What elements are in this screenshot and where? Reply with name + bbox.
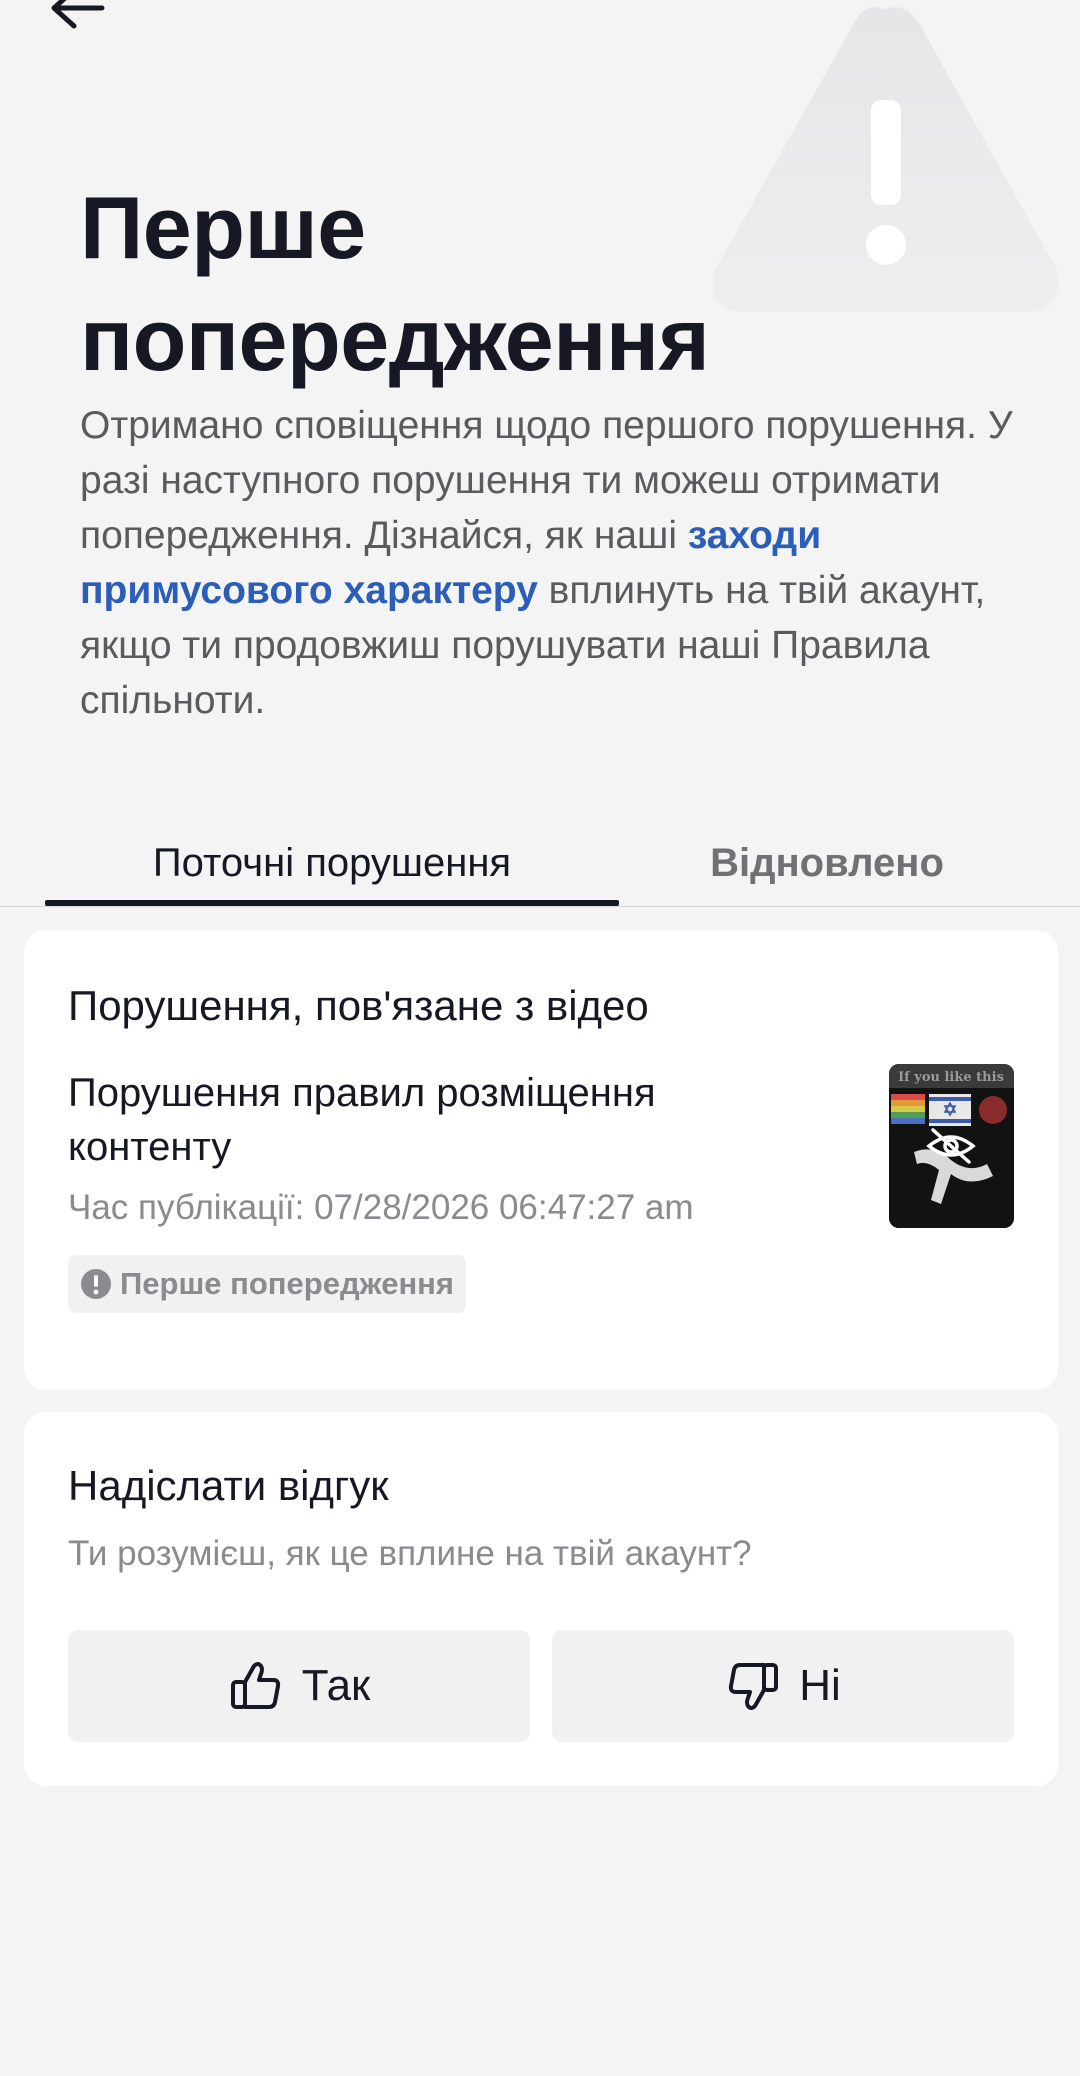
tab-bar: Поточні порушення Відновлено — [0, 820, 1080, 906]
description-text-start: Отримано сповіщення щодо першого порушен… — [80, 404, 1013, 557]
no-button-label: Ні — [799, 1661, 841, 1710]
feedback-heading: Надіслати відгук — [68, 1462, 389, 1509]
page-title: Перше попередження — [80, 178, 710, 389]
tabs-divider — [0, 906, 1080, 907]
status-badge: Перше попередження — [68, 1255, 466, 1313]
rainbow-flag-image — [891, 1094, 925, 1124]
video-thumbnail[interactable]: If you like this — [889, 1064, 1014, 1228]
yes-button[interactable]: Так — [68, 1630, 530, 1742]
tab-current-violations[interactable]: Поточні порушення — [45, 820, 619, 906]
back-arrow-icon — [51, 0, 105, 29]
violation-heading: Порушення, пов'язане з відео — [68, 982, 649, 1029]
status-badge-label: Перше попередження — [120, 1266, 454, 1301]
yes-button-label: Так — [301, 1661, 371, 1710]
post-time: Час публікації: 07/28/2026 06:47:27 am — [68, 1188, 694, 1227]
flag-image — [929, 1094, 971, 1126]
feedback-question: Ти розумієш, як це вплине на твій акаунт… — [68, 1534, 752, 1573]
thumbs-up-icon — [230, 1662, 280, 1709]
violation-reason: Порушення правил розміщення контенту — [68, 1071, 656, 1169]
thumbnail-caption: If you like this — [898, 1070, 1004, 1085]
page-description: Отримано сповіщення щодо першого порушен… — [80, 398, 1020, 728]
violation-card[interactable]: Порушення, пов'язане з відео Порушення п… — [24, 930, 1058, 1390]
thumbs-down-icon — [729, 1663, 779, 1710]
thumbnail-image: If you like this — [889, 1064, 1014, 1228]
red-circle-image — [979, 1096, 1007, 1124]
feedback-card: Надіслати відгук Ти розумієш, як це впли… — [24, 1412, 1058, 1786]
back-button[interactable] — [44, 0, 114, 36]
no-button[interactable]: Ні — [552, 1630, 1014, 1742]
exclamation-circle-icon — [81, 1269, 111, 1299]
tab-restored[interactable]: Відновлено — [619, 820, 1035, 906]
